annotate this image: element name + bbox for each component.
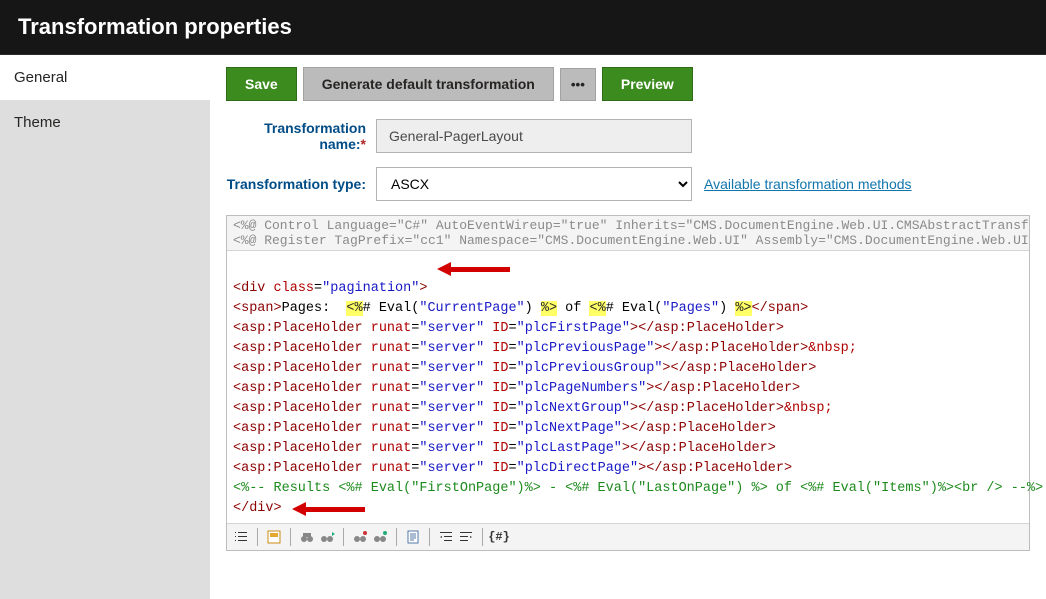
code-line: <asp:PlaceHolder runat="server" ID="plcP… xyxy=(233,379,1023,399)
sidebar-item-theme[interactable]: Theme xyxy=(0,100,210,145)
save-button[interactable]: Save xyxy=(226,67,297,101)
code-line: <asp:PlaceHolder runat="server" ID="plcP… xyxy=(233,339,1023,359)
binoculars-next-icon[interactable] xyxy=(319,529,335,545)
main-panel: Save Generate default transformation •••… xyxy=(210,55,1046,599)
toolbar-separator xyxy=(290,528,291,546)
code-directives: <%@ Control Language="C#" AutoEventWireu… xyxy=(227,216,1029,251)
code-line: <asp:PlaceHolder runat="server" ID="plcF… xyxy=(233,319,1023,339)
list-icon[interactable] xyxy=(233,529,249,545)
editor-toolbar: {#} xyxy=(227,523,1029,550)
available-methods-link[interactable]: Available transformation methods xyxy=(704,176,912,192)
more-actions-button[interactable]: ••• xyxy=(560,68,596,101)
row-transformation-name: Transformation name:* xyxy=(226,119,1030,153)
toolbar-separator xyxy=(343,528,344,546)
code-line: <asp:PlaceHolder runat="server" ID="plcP… xyxy=(233,359,1023,379)
code-line: <asp:PlaceHolder runat="server" ID="plcN… xyxy=(233,399,1023,419)
label-transformation-type: Transformation type: xyxy=(226,176,376,192)
row-transformation-type: Transformation type: ASCX Available tran… xyxy=(226,167,1030,201)
indent-right-icon[interactable] xyxy=(458,529,474,545)
braces-icon[interactable]: {#} xyxy=(491,529,507,545)
code-line: </div> xyxy=(233,499,1023,519)
transformation-name-input[interactable] xyxy=(376,119,692,153)
label-transformation-name: Transformation name:* xyxy=(226,120,376,152)
toolbar-separator xyxy=(257,528,258,546)
code-line: <asp:PlaceHolder runat="server" ID="plcL… xyxy=(233,439,1023,459)
binoculars-icon[interactable] xyxy=(299,529,315,545)
indent-left-icon[interactable] xyxy=(438,529,454,545)
sidebar: General Theme xyxy=(0,55,210,599)
code-editor[interactable]: <%@ Control Language="C#" AutoEventWireu… xyxy=(226,215,1030,551)
flag-icon[interactable] xyxy=(266,529,282,545)
toolbar-separator xyxy=(482,528,483,546)
preview-button[interactable]: Preview xyxy=(602,67,693,101)
code-line: <%-- Results <%# Eval("FirstOnPage")%> -… xyxy=(233,479,1023,499)
page-header: Transformation properties xyxy=(0,0,1046,55)
code-line: <span>Pages: <%# Eval("CurrentPage") %> … xyxy=(233,299,1023,319)
sidebar-item-general[interactable]: General xyxy=(0,55,210,100)
code-line: <asp:PlaceHolder runat="server" ID="plcN… xyxy=(233,419,1023,439)
page-title: Transformation properties xyxy=(18,14,1028,40)
transformation-type-select[interactable]: ASCX xyxy=(376,167,692,201)
document-icon[interactable] xyxy=(405,529,421,545)
code-line: <asp:PlaceHolder runat="server" ID="plcD… xyxy=(233,459,1023,479)
toolbar-separator xyxy=(429,528,430,546)
binoculars-green-icon[interactable] xyxy=(372,529,388,545)
code-body[interactable]: <div class="pagination"><span>Pages: <%#… xyxy=(227,251,1029,523)
code-line: <div class="pagination"> xyxy=(233,259,1023,299)
toolbar: Save Generate default transformation •••… xyxy=(226,67,1030,101)
toolbar-separator xyxy=(396,528,397,546)
binoculars-red-icon[interactable] xyxy=(352,529,368,545)
generate-default-button[interactable]: Generate default transformation xyxy=(303,67,554,101)
